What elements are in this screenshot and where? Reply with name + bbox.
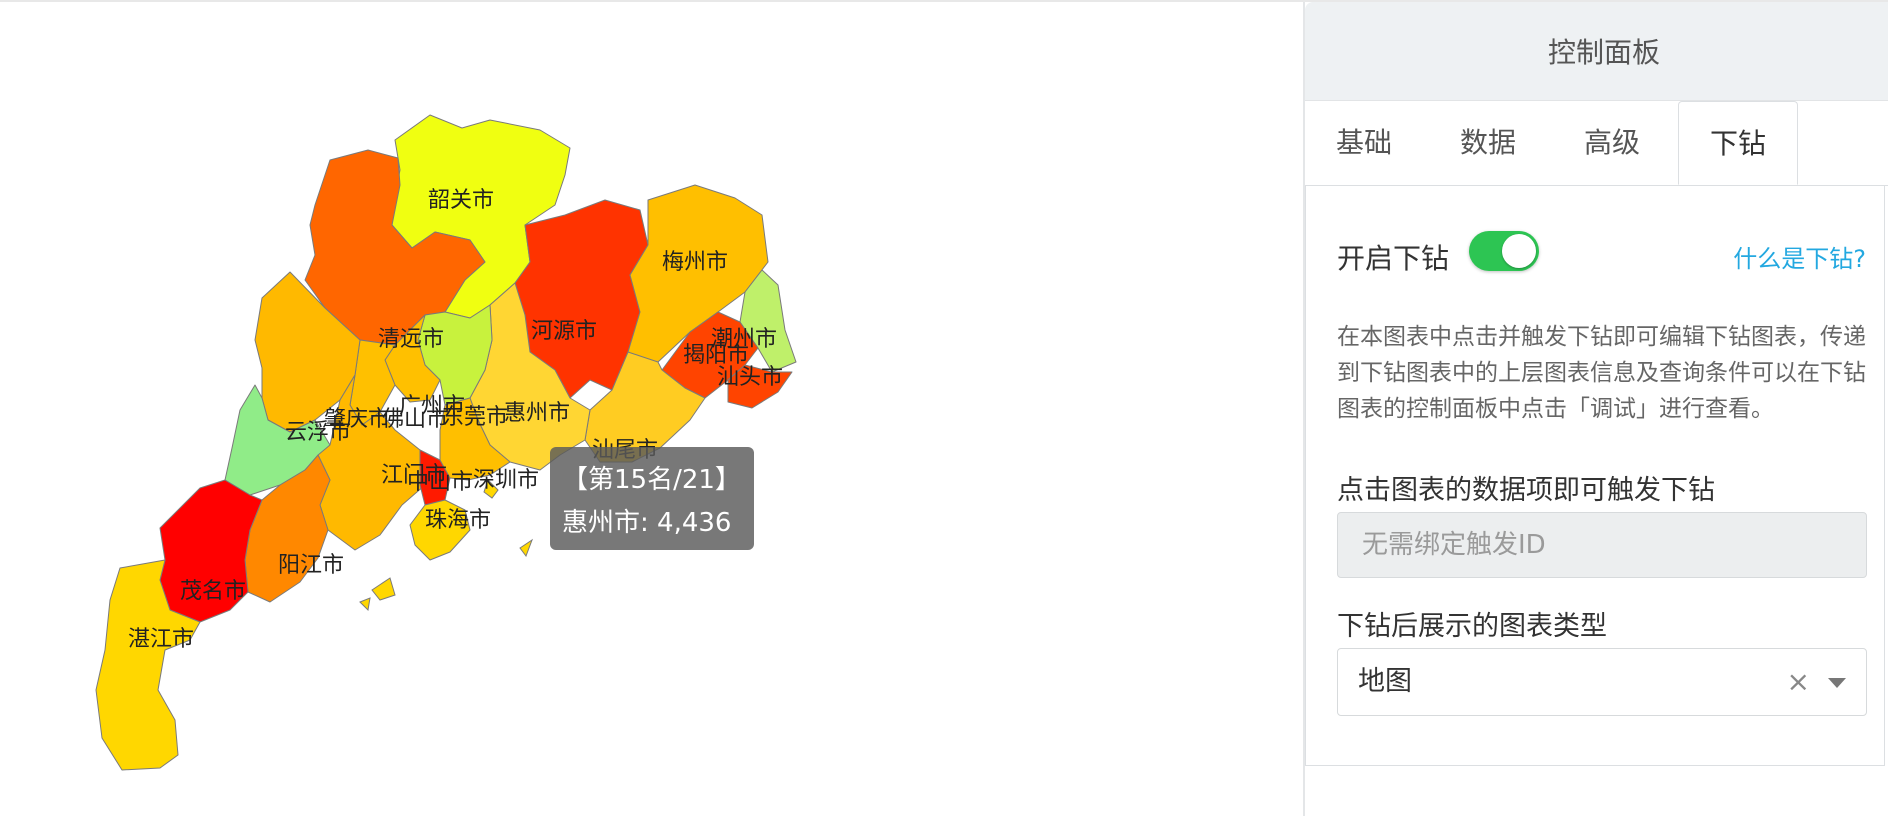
tooltip-rank: 【第15名/21】: [562, 465, 741, 495]
map-label-shantou: 汕头市: [716, 365, 784, 390]
chart-type-value: 地图: [1358, 666, 1412, 697]
toggle-knob: [1502, 234, 1536, 268]
panel-title: 控制面板: [1305, 2, 1888, 101]
map-label-shaoguan: 韶关市: [427, 188, 495, 213]
map-label-yunfu: 云浮市: [284, 420, 352, 445]
map-label-yangjiang: 阳江市: [277, 553, 345, 578]
map-label-maoming: 茂名市: [179, 579, 247, 604]
map-label-qingyuan: 清远市: [377, 327, 445, 352]
map-label-huizhou: 惠州市: [503, 401, 571, 426]
guangdong-map[interactable]: [0, 0, 1300, 816]
map-label-zhuhai: 珠海市: [424, 508, 492, 533]
tab-data[interactable]: 数据: [1460, 101, 1516, 185]
tab-drilldown[interactable]: 下钻: [1678, 101, 1798, 185]
trigger-id-input: 无需绑定触发ID: [1337, 512, 1867, 578]
chart-type-label: 下钻后展示的图表类型: [1337, 611, 1607, 642]
control-panel: 控制面板 基础 数据 高级 下钻 开启下钻 什么是下钻? 在本图表中点击并触发下…: [1303, 2, 1888, 816]
chevron-down-icon[interactable]: [1828, 678, 1846, 688]
drilldown-toggle-switch[interactable]: [1469, 231, 1539, 271]
clear-icon[interactable]: ×: [1787, 649, 1810, 715]
map-label-meizhou: 梅州市: [661, 250, 729, 275]
map-label-zhanjiang: 湛江市: [127, 627, 195, 652]
map-tooltip: 【第15名/21】 惠州市: 4,436: [550, 447, 754, 550]
trigger-label: 点击图表的数据项即可触发下钻: [1337, 475, 1715, 506]
map-label-heyuan: 河源市: [530, 319, 598, 344]
map-label-foshan: 佛山市: [381, 407, 449, 432]
map-label-shenzhen: 深圳市: [472, 468, 540, 493]
tab-basic[interactable]: 基础: [1336, 101, 1392, 185]
drilldown-settings: 开启下钻 什么是下钻? 在本图表中点击并触发下钻即可编辑下钻图表，传递到下钻图表…: [1305, 186, 1885, 766]
what-is-drilldown-link[interactable]: 什么是下钻?: [1733, 239, 1866, 274]
map-label-jieyang: 揭阳市: [682, 343, 750, 368]
chart-type-select[interactable]: 地图 ×: [1337, 648, 1867, 716]
map-label-zhongshan: 中山市: [406, 470, 474, 495]
tooltip-value: 惠州市: 4,436: [562, 508, 732, 538]
drilldown-description: 在本图表中点击并触发下钻即可编辑下钻图表，传递到下钻图表中的上层图表信息及查询条…: [1337, 324, 1866, 422]
map-chart[interactable]: 韶关市 清远市 河源市 梅州市 潮州市 揭阳市 汕头市 汕尾市 惠州市 东莞市 …: [0, 0, 1300, 816]
drilldown-toggle-label: 开启下钻: [1337, 242, 1450, 275]
tab-advanced[interactable]: 高级: [1584, 101, 1640, 185]
panel-tabs: 基础 数据 高级 下钻: [1305, 101, 1888, 186]
drilldown-toggle-row: 开启下钻 什么是下钻?: [1337, 231, 1866, 281]
